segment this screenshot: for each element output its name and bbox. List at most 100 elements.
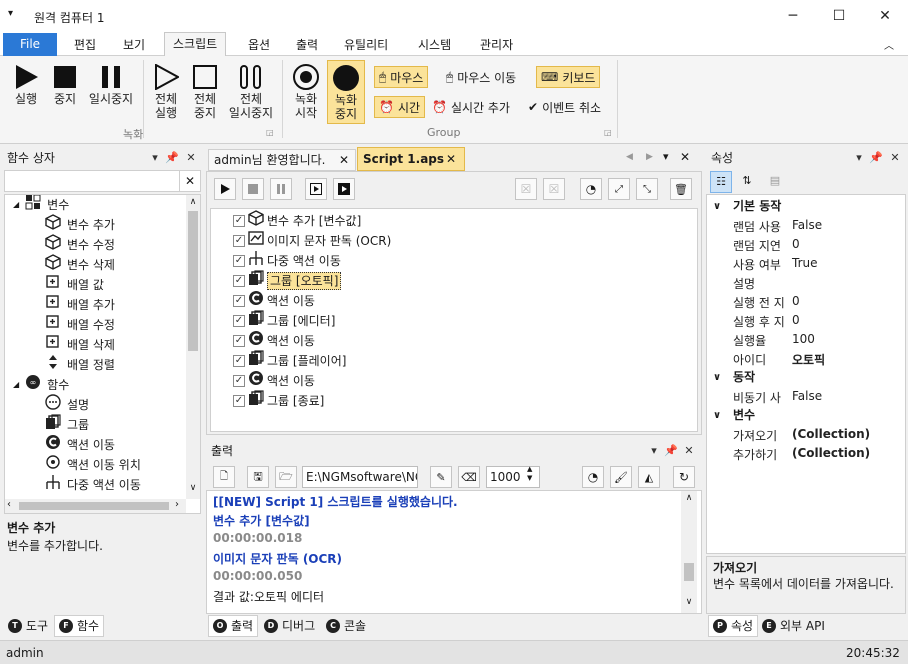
- prop-category[interactable]: ∨ 변수: [707, 406, 905, 425]
- tab-list-icon[interactable]: ▾: [663, 150, 669, 163]
- script-row[interactable]: ✓ 액션 이동: [233, 331, 315, 351]
- window-menu-icon[interactable]: ▾: [8, 8, 13, 19]
- prop-value[interactable]: True: [792, 256, 818, 270]
- tree-item[interactable]: 변수 삭제: [45, 254, 115, 275]
- script-row[interactable]: ✓ 그룹 [플레이어]: [233, 350, 346, 371]
- tree-item[interactable]: 액션 이동: [45, 435, 115, 455]
- output-scrollbar[interactable]: ∧ ∨: [681, 491, 697, 613]
- editor-run-from-button[interactable]: [333, 178, 355, 200]
- panel-menu-icon[interactable]: ▾: [852, 147, 866, 169]
- mouse-button[interactable]: 🖱 마우스: [374, 66, 429, 88]
- prop-value[interactable]: 0: [792, 237, 800, 251]
- stop-all-button[interactable]: 전체 중지: [187, 62, 223, 120]
- fill-icon[interactable]: ◭: [638, 466, 660, 488]
- panel-close-icon[interactable]: ✕: [184, 147, 198, 169]
- tab-functions[interactable]: F 함수: [54, 615, 105, 637]
- record-start-button[interactable]: 녹화 시작: [288, 62, 324, 120]
- tree-item[interactable]: 배열 삭제: [45, 335, 115, 355]
- tree-item[interactable]: 다중 액션 이동: [45, 475, 141, 495]
- mouse-move-button[interactable]: 🖱 마우스 이동: [442, 66, 520, 88]
- editor-trash-button[interactable]: 🗑: [670, 178, 692, 200]
- prop-category[interactable]: ∨ 동작: [707, 368, 905, 387]
- brush-icon[interactable]: 🖌: [610, 466, 632, 488]
- pin-icon[interactable]: 📌: [664, 440, 678, 462]
- editor-stop-button[interactable]: [242, 178, 264, 200]
- dialog-launcher-icon-2[interactable]: ◲: [604, 128, 612, 137]
- tree-item[interactable]: 변수 수정: [45, 234, 115, 255]
- tab-utility[interactable]: 유틸리티: [336, 34, 396, 56]
- editor-timer-button[interactable]: ◔: [580, 178, 602, 200]
- panel-close-icon[interactable]: ✕: [682, 440, 696, 462]
- tab-welcome[interactable]: admin님 환영합니다. ✕: [208, 149, 356, 171]
- record-stop-button[interactable]: 녹화 중지: [327, 60, 365, 124]
- tab-close-icon[interactable]: ✕: [339, 150, 349, 170]
- tab-view[interactable]: 보기: [115, 34, 153, 56]
- tab-output[interactable]: 출력: [288, 34, 326, 56]
- tree-item[interactable]: 설명: [45, 394, 89, 415]
- tab-console[interactable]: C 콘솔: [322, 615, 370, 637]
- folder-icon[interactable]: 🗁: [275, 466, 297, 488]
- prop-value[interactable]: 100: [792, 332, 815, 346]
- tab-prev-icon[interactable]: ◀: [626, 152, 633, 162]
- tab-external-api[interactable]: E 외부 API: [758, 615, 829, 637]
- run-all-button[interactable]: 전체 실행: [148, 62, 184, 120]
- property-pages-icon[interactable]: ▤: [764, 171, 786, 193]
- tree-category[interactable]: ◢ ∞ 함수: [13, 375, 69, 395]
- pause-all-button[interactable]: 전체 일시중지: [226, 62, 276, 120]
- categorized-icon[interactable]: ☷: [710, 171, 732, 193]
- tree-item[interactable]: 액션 이동 위치: [45, 455, 141, 475]
- time-button[interactable]: ⏰ 시간: [374, 96, 426, 118]
- realtime-add-button[interactable]: ⏰ 실시간 추가: [428, 96, 514, 118]
- collapse-ribbon-icon[interactable]: ︿: [884, 37, 894, 52]
- refresh-icon[interactable]: ↻: [673, 466, 695, 488]
- func-tree-scrollbar[interactable]: ∧ ∨: [186, 195, 200, 499]
- editor-delete-button[interactable]: ☒: [515, 178, 537, 200]
- editor-delete-all-button[interactable]: ☒: [543, 178, 565, 200]
- prop-value[interactable]: (Collection): [792, 427, 870, 441]
- func-search-input[interactable]: [4, 170, 180, 192]
- pin-icon[interactable]: 📌: [869, 147, 883, 169]
- tree-category[interactable]: ◢ 변수: [13, 195, 69, 215]
- tab-system[interactable]: 시스템: [410, 34, 459, 56]
- row-checkbox[interactable]: ✓: [233, 315, 245, 327]
- prop-value[interactable]: False: [792, 389, 822, 403]
- row-checkbox[interactable]: ✓: [233, 255, 245, 267]
- script-row[interactable]: ✓ 변수 추가 [변수값]: [233, 210, 361, 231]
- row-checkbox[interactable]: ✓: [233, 215, 245, 227]
- script-row[interactable]: ✓ 그룹 [종료]: [233, 390, 324, 411]
- collapse-icon[interactable]: ∨: [713, 368, 721, 387]
- dialog-launcher-icon[interactable]: ◲: [266, 128, 274, 137]
- tree-item[interactable]: 배열 수정: [45, 315, 115, 335]
- output-count-input[interactable]: 1000 ▲ ▼: [486, 465, 540, 488]
- tree-item[interactable]: 그룹: [45, 414, 89, 435]
- tab-edit[interactable]: 편집: [66, 34, 104, 56]
- tab-debug[interactable]: D 디버그: [260, 615, 319, 637]
- maximize-button[interactable]: ☐: [816, 0, 862, 32]
- clean-icon[interactable]: ✎: [430, 466, 452, 488]
- panel-close-icon[interactable]: ✕: [888, 147, 902, 169]
- prop-value[interactable]: 0: [792, 313, 800, 327]
- expand-icon[interactable]: ◢: [13, 195, 19, 215]
- editor-run-selected-button[interactable]: [305, 178, 327, 200]
- output-path-input[interactable]: E:\NGMsoftware\NG: [302, 466, 418, 488]
- output-new-icon[interactable]: 🗋: [213, 466, 235, 488]
- script-row[interactable]: ✓ 액션 이동: [233, 291, 315, 311]
- row-checkbox[interactable]: ✓: [233, 275, 245, 287]
- editor-expand-button[interactable]: ⤢: [608, 178, 630, 200]
- prop-value[interactable]: False: [792, 218, 822, 232]
- prop-value[interactable]: (Collection): [792, 446, 870, 460]
- tab-output-log[interactable]: O 출력: [208, 615, 259, 637]
- tab-close-icon[interactable]: ✕: [446, 148, 456, 170]
- collapse-icon[interactable]: ∨: [713, 406, 721, 425]
- script-row[interactable]: ✓ 그룹 [에디터]: [233, 310, 335, 331]
- stop-button[interactable]: 중지: [48, 62, 82, 106]
- prop-value[interactable]: 0: [792, 294, 800, 308]
- tab-script1[interactable]: Script 1.aps ✕: [357, 147, 465, 171]
- script-row[interactable]: ✓ 그룹 [오토픽]: [233, 270, 342, 291]
- sort-alpha-icon[interactable]: ⇅: [736, 171, 758, 193]
- tree-item[interactable]: 변수 추가: [45, 214, 115, 235]
- row-checkbox[interactable]: ✓: [233, 375, 245, 387]
- pause-button[interactable]: 일시중지: [86, 62, 136, 106]
- func-tree-hscrollbar[interactable]: ‹ ›: [5, 499, 186, 513]
- editor-pause-button[interactable]: [270, 178, 292, 200]
